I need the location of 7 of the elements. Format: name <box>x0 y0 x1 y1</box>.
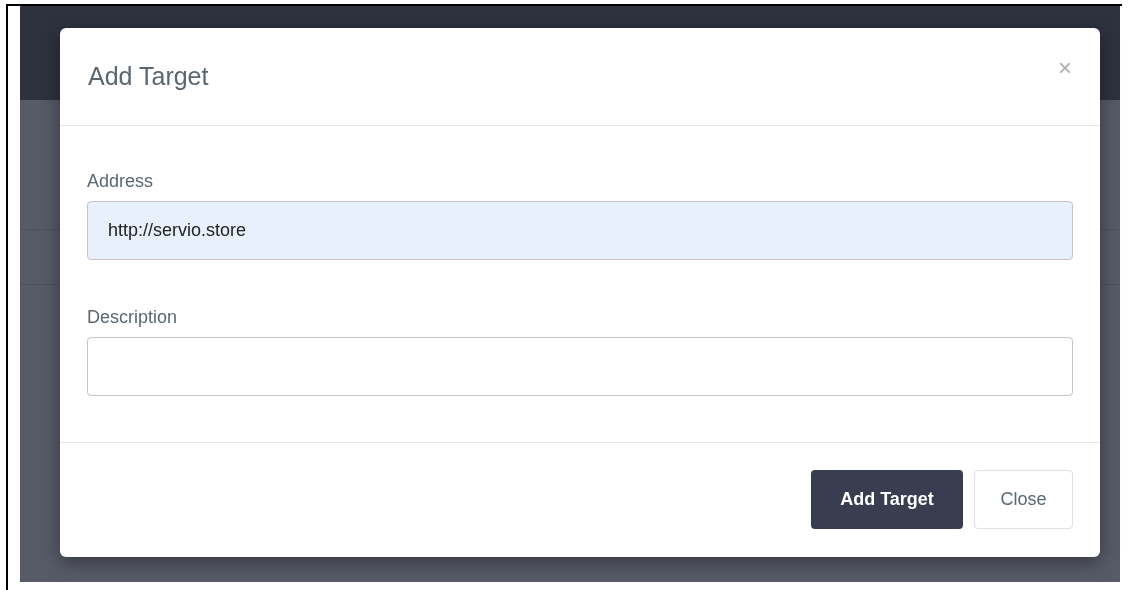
add-target-button[interactable]: Add Target <box>811 470 963 529</box>
close-button[interactable]: Close <box>974 470 1073 529</box>
input-field[interactable]: http://servio.store <box>87 201 1073 260</box>
input-field[interactable] <box>87 337 1073 396</box>
field-label: Description <box>87 306 179 329</box>
field-label: Address <box>87 170 155 193</box>
dialog-title: Add Target <box>88 60 209 92</box>
